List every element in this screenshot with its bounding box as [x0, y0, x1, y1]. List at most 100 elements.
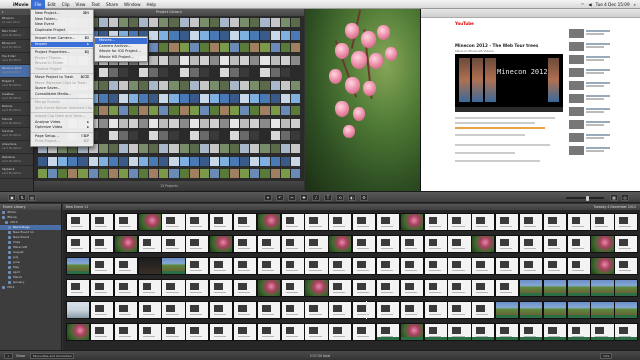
related-video[interactable]: [569, 146, 613, 156]
video-clip[interactable]: [89, 323, 115, 341]
video-clip[interactable]: [89, 235, 115, 253]
show-hide-button[interactable]: ▤: [28, 194, 36, 201]
video-clip[interactable]: [66, 301, 91, 319]
zoom-slider-knob[interactable]: [586, 195, 589, 201]
project-item[interactable]: Tutorial Last Modified:: [0, 116, 33, 129]
project-item[interactable]: Project 2 Last Modified:: [0, 78, 33, 91]
settings-button[interactable]: ⚙: [360, 194, 368, 201]
video-clip[interactable]: [185, 257, 210, 275]
video-clip[interactable]: [447, 213, 472, 231]
video-clip[interactable]: [471, 279, 496, 297]
menu-text[interactable]: Text: [88, 0, 102, 9]
related-video[interactable]: [569, 107, 613, 117]
video-clip[interactable]: [590, 213, 615, 231]
video-clip[interactable]: [614, 257, 639, 275]
video-clip[interactable]: [423, 279, 448, 297]
video-clip[interactable]: [495, 323, 520, 341]
video-clip[interactable]: [280, 235, 305, 253]
video-clip[interactable]: [352, 323, 377, 341]
video-clip[interactable]: [566, 213, 591, 231]
menu-view[interactable]: View: [73, 0, 89, 9]
project-item[interactable]: Mon 3 Dec Last Modified:: [0, 28, 33, 41]
crop-button[interactable]: ✂: [288, 194, 296, 201]
video-clip[interactable]: [232, 301, 258, 319]
related-video[interactable]: [569, 29, 613, 39]
video-clip[interactable]: [471, 323, 496, 341]
color-button[interactable]: ◐: [348, 194, 356, 201]
video-clip[interactable]: [471, 257, 496, 275]
video-clip[interactable]: [495, 235, 520, 253]
video-clip[interactable]: [495, 301, 520, 319]
wifi-icon[interactable]: ◠: [581, 2, 585, 7]
video-clip[interactable]: [232, 279, 258, 297]
project-item[interactable]: Tue 4 Dec Last Modified:: [0, 53, 33, 66]
video-clip[interactable]: [66, 279, 91, 297]
video-clip[interactable]: [471, 235, 496, 253]
video-clip[interactable]: [304, 323, 329, 341]
video-clip[interactable]: [89, 301, 115, 319]
video-clip[interactable]: [209, 323, 234, 341]
select-tool-button[interactable]: ⌖: [264, 194, 272, 201]
video-clip[interactable]: [495, 257, 520, 275]
video-clip[interactable]: [113, 279, 138, 297]
video-clip[interactable]: [328, 301, 353, 319]
transition-button[interactable]: ⟲: [336, 194, 344, 201]
spotlight-icon[interactable]: ⌕: [634, 2, 636, 7]
thumbnail-duration[interactable]: 1/2s: [600, 353, 613, 359]
menu-edit[interactable]: Edit: [45, 0, 59, 9]
video-clip[interactable]: [232, 323, 258, 341]
video-clip[interactable]: [185, 213, 210, 231]
project-filmstrip[interactable]: [38, 156, 300, 166]
video-clip[interactable]: [375, 301, 401, 319]
video-clip[interactable]: [232, 213, 258, 231]
video-clip[interactable]: [137, 301, 162, 319]
video-clip[interactable]: [113, 301, 138, 319]
video-clip[interactable]: [399, 323, 424, 341]
video-clip[interactable]: [566, 235, 591, 253]
browser-toggle-button[interactable]: ▦: [610, 194, 618, 201]
video-clip[interactable]: [518, 301, 544, 319]
video-clip[interactable]: [256, 279, 281, 297]
video-clip[interactable]: [399, 301, 424, 319]
video-clip[interactable]: [471, 301, 496, 319]
video-clip[interactable]: [352, 235, 377, 253]
video-clip[interactable]: [542, 279, 567, 297]
video-clip[interactable]: [399, 213, 424, 231]
video-clip[interactable]: [423, 323, 448, 341]
video-clip[interactable]: [518, 323, 544, 341]
project-item[interactable]: Redstone Last Modified:: [0, 154, 33, 167]
video-clip[interactable]: [375, 235, 401, 253]
event-item[interactable]: 2011: [0, 285, 61, 290]
video-clip[interactable]: [423, 235, 448, 253]
video-clip[interactable]: [280, 301, 305, 319]
related-video[interactable]: [569, 68, 613, 78]
project-item[interactable]: Minecon 2012 Last Modified:: [0, 65, 33, 78]
video-clip[interactable]: [447, 279, 472, 297]
video-clip[interactable]: [209, 235, 234, 253]
video-clip[interactable]: [161, 213, 186, 231]
video-clip[interactable]: [542, 301, 567, 319]
video-clip[interactable]: [209, 257, 234, 275]
video-clip[interactable]: [209, 279, 234, 297]
file-menu-item[interactable]: Duplicate Project: [31, 28, 93, 34]
menu-file[interactable]: File: [31, 0, 45, 9]
video-clip[interactable]: [113, 235, 138, 253]
project-item[interactable]: Creative Last Modified:: [0, 91, 33, 104]
video-clip[interactable]: [66, 213, 91, 231]
volume-icon[interactable]: ◀: [588, 2, 591, 7]
menu-window[interactable]: Window: [121, 0, 144, 9]
video-clip[interactable]: [256, 323, 281, 341]
video-clip[interactable]: [328, 323, 353, 341]
video-clip[interactable]: [280, 279, 305, 297]
video-clip[interactable]: [590, 301, 615, 319]
video-clip[interactable]: [161, 301, 186, 319]
video-clip[interactable]: [447, 257, 472, 275]
add-button[interactable]: ✚: [300, 194, 308, 201]
video-clip[interactable]: [161, 323, 186, 341]
video-clip[interactable]: [256, 301, 281, 319]
video-clip[interactable]: [113, 213, 138, 231]
import-submenu-item[interactable]: iMovie HD Project...: [95, 55, 147, 61]
zoom-slider[interactable]: [566, 195, 604, 201]
video-clip[interactable]: [209, 301, 234, 319]
player-controls[interactable]: [455, 107, 563, 112]
